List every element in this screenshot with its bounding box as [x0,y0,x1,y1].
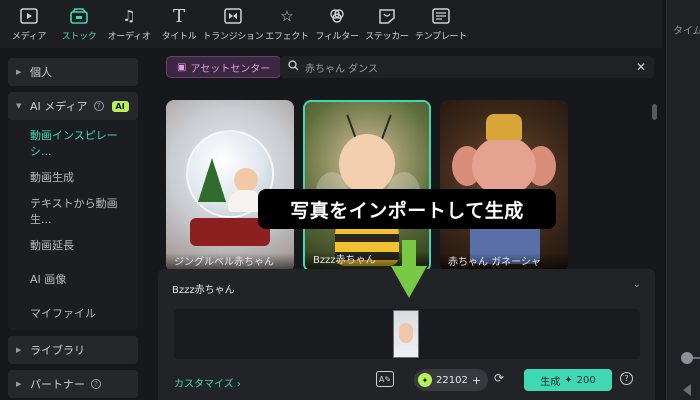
asset-center-label: アセットセンター [190,63,271,75]
transition-icon [223,6,243,26]
ai-badge: AI [111,100,129,112]
sidebar-item-video-extend[interactable]: 動画延長 [8,228,138,262]
asset-center-button[interactable]: ▣ アセットセンター [166,56,282,78]
effect-icon: ☆ [280,7,294,25]
tool-stock-label: ストック [61,32,97,42]
tool-transition-label: トランジション [202,32,264,42]
credits-badge[interactable]: ✦ 22102 + [414,369,488,391]
tool-template-label: テンプレート [415,32,467,42]
search-icon [288,60,299,74]
sidebar-item-ai-image[interactable]: AI 画像 [8,262,138,296]
refresh-icon[interactable]: ⟳ [494,371,504,385]
stock-icon [69,6,89,26]
template-card-ganesha[interactable]: 赤ちゃん ガネーシャ [440,100,568,272]
baby-body-shape [228,190,262,212]
customize-link[interactable]: カスタマイズ › [174,375,241,390]
tool-template[interactable]: テンプレート [412,0,470,48]
instruction-banner: 写真をインポートして生成 [258,189,556,229]
generate-cost: 200 [576,374,596,386]
sidebar-item-label: AI メディア [30,100,88,113]
clear-search-icon[interactable]: ✕ [636,60,646,74]
sidebar-item-personal[interactable]: ▶ 個人 [8,58,138,86]
search-input[interactable] [305,61,625,73]
ai-settings-icon[interactable]: A✎ [376,371,394,387]
credits-count: 22102 [436,374,468,386]
sidebar-item-partner[interactable]: ▶ パートナー ? [8,370,138,398]
caret-right-icon: ▶ [16,380,22,388]
right-panel-title: タイム [673,26,700,37]
sidebar: ▶ 個人 ▼ AI メディア ? AI 動画インスピレーシ... 動画生成 テキ… [0,48,146,400]
add-credits-icon[interactable]: + [472,374,481,387]
tool-filter[interactable]: フィルター [312,0,362,48]
asset-center-icon: ▣ [177,61,187,73]
panel-title: Bzzz赤ちゃん [172,285,235,296]
sidebar-item-label: 個人 [30,66,52,79]
baby-photo-shape [399,323,413,343]
caret-right-icon: ▶ [16,68,22,76]
antenna-shape [380,114,392,142]
sidebar-item-ai-media[interactable]: ▼ AI メディア ? AI [8,92,138,120]
credit-coin-icon: ✦ [418,373,432,387]
sidebar-item-my-files[interactable]: マイファイル [8,296,138,330]
template-icon [431,6,451,26]
top-toolbar: メディア ストック ♫ オーディオ T タイトル トランジション ☆ エフェクト… [0,0,662,48]
sidebar-item-text-to-video[interactable]: テキストから動画生... [8,194,138,228]
tool-audio[interactable]: ♫ オーディオ [104,0,154,48]
tool-title-label: タイトル [161,32,197,42]
imported-photo-thumbnail[interactable] [393,310,419,358]
tree-shape [198,158,226,202]
help-icon[interactable]: ? [93,101,104,111]
tool-filter-label: フィルター [315,32,359,42]
search-bar: ✕ [280,56,654,78]
tool-sticker[interactable]: ステッカー [362,0,412,48]
help-icon[interactable]: ? [91,379,101,389]
play-back-icon[interactable] [683,384,691,396]
caret-down-icon: ▼ [16,102,22,110]
generate-label: 生成 [540,376,561,388]
tool-media-label: メディア [11,32,47,42]
sidebar-item-label: パートナー [30,378,85,391]
sidebar-item-video-generation[interactable]: 動画生成 [8,160,138,194]
baby-face-shape [234,168,258,192]
tool-transition[interactable]: トランジション [202,0,264,48]
sidebar-item-label: ライブラリ [30,344,85,357]
template-card-jinglebell[interactable]: ジングルベル赤ちゃん [166,100,294,272]
right-panel: タイム [666,0,700,400]
media-icon [19,6,39,26]
help-icon[interactable]: ? [620,372,633,385]
generate-button[interactable]: 生成 ✦ 200 [524,369,612,391]
sparkle-icon: ✦ [564,374,573,386]
baby-face-shape [339,134,395,194]
tool-media[interactable]: メディア [4,0,54,48]
photo-drop-zone[interactable] [174,309,640,359]
sidebar-item-video-inspiration[interactable]: 動画インスピレーシ... [8,126,138,160]
title-icon: T [172,5,185,27]
crown-shape [486,114,522,140]
sidebar-item-library[interactable]: ▶ ライブラリ [8,336,138,364]
tool-audio-label: オーディオ [107,32,151,42]
tool-stock[interactable]: ストック [54,0,104,48]
down-arrow-icon [391,240,427,298]
caret-right-icon: ▶ [16,346,22,354]
scrollbar-thumb[interactable] [652,104,657,120]
sticker-icon [377,6,397,26]
ganesha-head-shape [472,136,536,196]
tool-effect-label: エフェクト [265,32,309,42]
audio-icon: ♫ [122,7,136,25]
tool-effect[interactable]: ☆ エフェクト [262,0,312,48]
chevron-down-icon[interactable]: ⌄ [633,279,641,290]
sidebar-group-ai-media: ▼ AI メディア ? AI 動画インスピレーシ... 動画生成 テキストから動… [8,92,138,330]
tool-title[interactable]: T タイトル [154,0,204,48]
slider-handle[interactable] [681,352,693,364]
filter-icon [327,6,347,26]
tool-sticker-label: ステッカー [365,32,409,42]
